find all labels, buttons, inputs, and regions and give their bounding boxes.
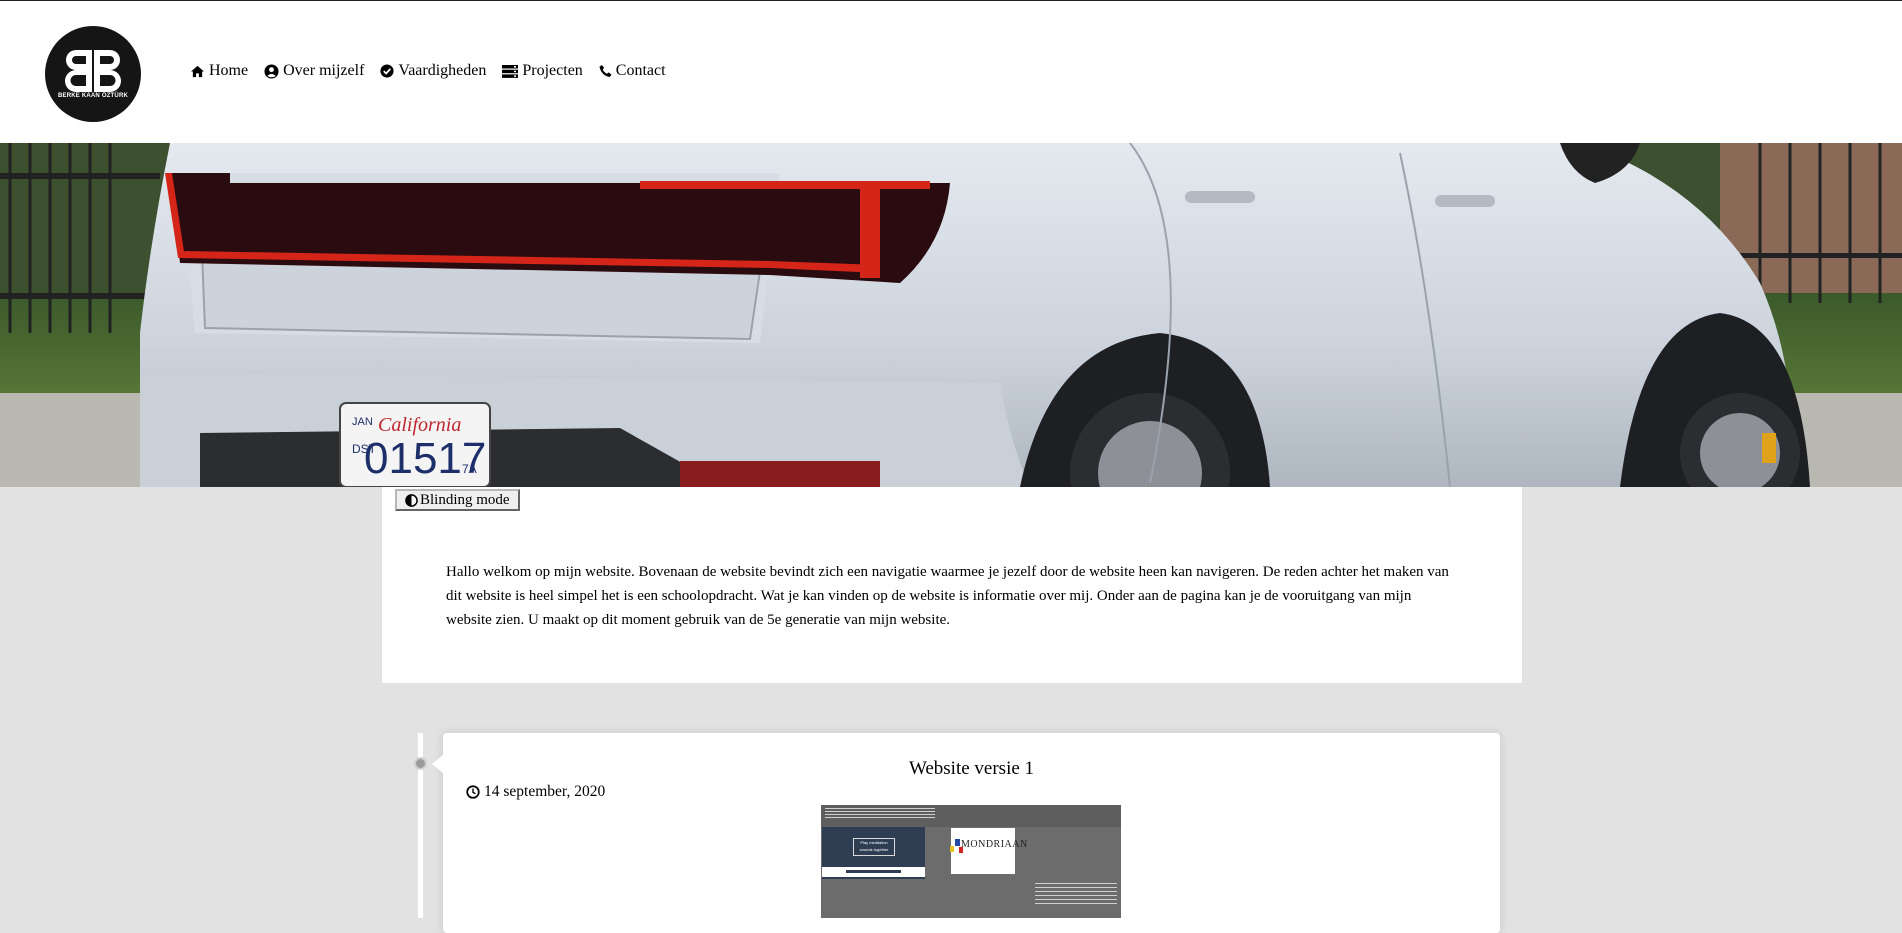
plate-side-left: DST (352, 442, 377, 456)
plate-month: JAN (352, 416, 373, 428)
blinding-mode-button[interactable]: Blinding mode (395, 489, 520, 511)
main-nav: Home Over mijzelf Vaardigheden Projecten… (190, 62, 682, 80)
half-circle-contrast-icon (405, 493, 418, 507)
mondriaan-blue-block (955, 839, 960, 846)
logo[interactable]: BERKE KAAN ÖZTÜRK (45, 26, 141, 122)
timeline-entry-date-text: 14 september, 2020 (484, 783, 606, 800)
user-circle-icon (264, 63, 279, 79)
nav-item-label: Over mijzelf (283, 62, 365, 79)
check-circle-icon (380, 64, 394, 78)
navbar: BERKE KAAN ÖZTÜRK Home Over mijzelf Vaar… (0, 1, 1902, 143)
mondriaan-logo-text: MONDRIAAN (961, 839, 1028, 850)
mini-paragraph (1035, 883, 1117, 913)
nav-item-label: Vaardigheden (398, 62, 487, 79)
plate-state: California (378, 414, 461, 436)
clock-icon (466, 785, 480, 799)
home-icon (191, 65, 204, 77)
hero-image: JAN California 01517 DST 7A (0, 143, 1902, 487)
blinding-mode-label: Blinding mode (420, 491, 510, 508)
nav-item-vaardigheden[interactable]: Vaardigheden (380, 62, 486, 80)
nav-item-label: Projecten (522, 62, 583, 79)
car-rear-photo: JAN California 01517 DST 7A (0, 143, 1902, 487)
nav-item-over-mijzelf[interactable]: Over mijzelf (264, 62, 364, 80)
mini-header-text (825, 808, 935, 820)
mini-cta-button: Play meditation sounds together (853, 838, 895, 856)
nav-item-label: Contact (615, 62, 666, 79)
timeline-entry-date: 14 september, 2020 (466, 783, 605, 801)
timeline-entry-title: Website versie 1 (908, 758, 1035, 779)
nav-item-label: Home (209, 62, 249, 79)
nav-item-projecten[interactable]: Projecten (502, 62, 583, 80)
logo-name: BERKE KAAN ÖZTÜRK (57, 93, 129, 99)
server-icon (502, 64, 519, 78)
plate-side-right: 7A (462, 462, 477, 476)
logo-monogram-icon (65, 50, 121, 92)
website-v1-screenshot[interactable]: Play meditation sounds together MONDRIAA… (821, 805, 1121, 918)
phone-icon (599, 64, 612, 78)
intro-text: Hallo welkom op mijn website. Bovenaan d… (446, 564, 1449, 628)
mondriaan-yellow-block (950, 846, 954, 852)
mini-strip-bar (846, 870, 901, 873)
nav-item-home[interactable]: Home (190, 62, 248, 80)
nav-item-contact[interactable]: Contact (599, 62, 666, 80)
timeline-dot (414, 757, 427, 770)
